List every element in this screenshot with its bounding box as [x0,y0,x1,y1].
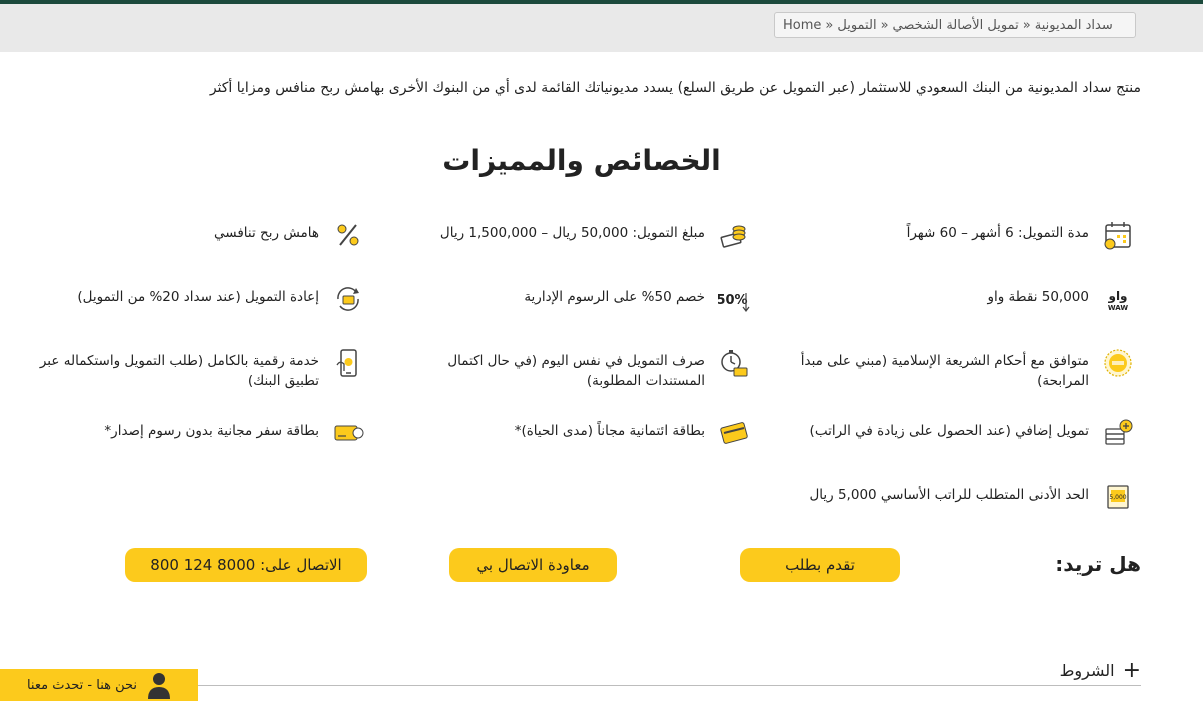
coins-stack-icon [717,218,751,252]
svg-text:50%: 50% [718,293,748,308]
feature-admin-discount: 50% خصم 50% على الرسوم الإدارية [421,282,751,316]
feature-text: متوافق مع أحكام الشريعة الإسلامية (مبني … [800,353,1089,389]
feature-text: مبلغ التمويل: 50,000 ريال – 1,500,000 ري… [439,225,705,241]
waw-logo-icon: واو WAW [1101,282,1135,316]
credit-card-icon [717,416,751,450]
travel-card-icon [331,416,365,450]
feature-text: هامش ربح تنافسي [214,225,319,241]
feature-amount: مبلغ التمويل: 50,000 ريال – 1,500,000 ري… [421,218,751,252]
breadcrumb-separator: » [1022,17,1031,33]
breadcrumb-separator: » [825,17,834,33]
svg-text:5,000: 5,000 [1109,494,1126,501]
discount-50-icon: 50% [717,282,751,316]
terms-label: الشروط [1059,661,1115,680]
apply-button[interactable]: تقدم بطلب [740,548,900,582]
additional-finance-icon [1101,416,1135,450]
feature-text: خصم 50% على الرسوم الإدارية [524,289,705,305]
feature-digital: خدمة رقمية بالكامل (طلب التمويل واستكمال… [25,346,365,391]
breadcrumb-separator: » [880,17,889,33]
feature-credit-card: بطاقة ائتمانية مجاناً (مدى الحياة)* [421,416,751,450]
feature-text: خدمة رقمية بالكامل (طلب التمويل واستكمال… [39,353,319,389]
feature-text: صرف التمويل في نفس اليوم (في حال اكتمال … [447,353,705,389]
percent-icon [331,218,365,252]
callback-button[interactable]: معاودة الاتصال بي [449,548,617,582]
sharia-badge-icon [1101,346,1135,380]
cta-label: هل تريد: [1055,552,1141,576]
breadcrumb-home[interactable]: Home [783,18,821,33]
refinance-icon [331,282,365,316]
feature-text: 50,000 نقطة واو [987,289,1089,305]
chat-label: نحن هنا - تحدث معنا [26,677,138,693]
feature-text: بطاقة سفر مجانية بدون رسوم إصدار* [104,423,319,439]
feature-waw-points: واو WAW 50,000 نقطة واو [835,282,1135,316]
breadcrumb-current: سداد المديونية [1034,17,1113,33]
feature-text: مدة التمويل: 6 أشهر – 60 شهراً [906,225,1089,241]
feature-sharia: متوافق مع أحكام الشريعة الإسلامية (مبني … [791,346,1135,391]
person-icon [148,673,171,699]
feature-travel-card: بطاقة سفر مجانية بدون رسوم إصدار* [45,416,365,450]
feature-text: تمويل إضافي (عند الحصول على زيادة في الر… [809,423,1089,439]
chat-button[interactable]: نحن هنا - تحدث معنا [0,669,198,701]
feature-profit-margin: هامش ربح تنافسي [45,218,365,252]
feature-text: الحد الأدنى المتطلب للراتب الأساسي 5,000… [809,487,1089,503]
feature-additional-finance: تمويل إضافي (عند الحصول على زيادة في الر… [791,416,1135,450]
calendar-icon [1101,218,1135,252]
terms-accordion[interactable]: + الشروط [61,656,1141,686]
breadcrumb-personal-finance[interactable]: تمويل الأصالة الشخصي [893,18,1019,33]
feature-text: بطاقة ائتمانية مجاناً (مدى الحياة)* [514,423,705,439]
breadcrumb: Home » التمويل » تمويل الأصالة الشخصي » … [774,12,1136,38]
call-button[interactable]: الاتصال على: 8000 124 800 [125,548,367,582]
feature-text: إعادة التمويل (عند سداد 20% من التمويل) [77,289,319,305]
section-title: الخصائص والمميزات [442,144,721,177]
breadcrumb-finance[interactable]: التمويل [837,18,876,33]
feature-same-day: صرف التمويل في نفس اليوم (في حال اكتمال … [421,346,751,391]
stopwatch-money-icon [717,346,751,380]
svg-text:WAW: WAW [1108,304,1129,312]
plus-icon: + [1122,657,1141,683]
svg-text:واو: واو [1107,289,1127,304]
feature-min-salary: 5,000 الحد الأدنى المتطلب للراتب الأساسي… [791,480,1135,514]
feature-tenure: مدة التمويل: 6 أشهر – 60 شهراً [835,218,1135,252]
salary-note-icon: 5,000 [1101,480,1135,514]
intro-text: منتج سداد المديونية من البنك السعودي للا… [209,80,1141,96]
mobile-app-icon [331,346,365,380]
feature-refinance: إعادة التمويل (عند سداد 20% من التمويل) [45,282,365,316]
